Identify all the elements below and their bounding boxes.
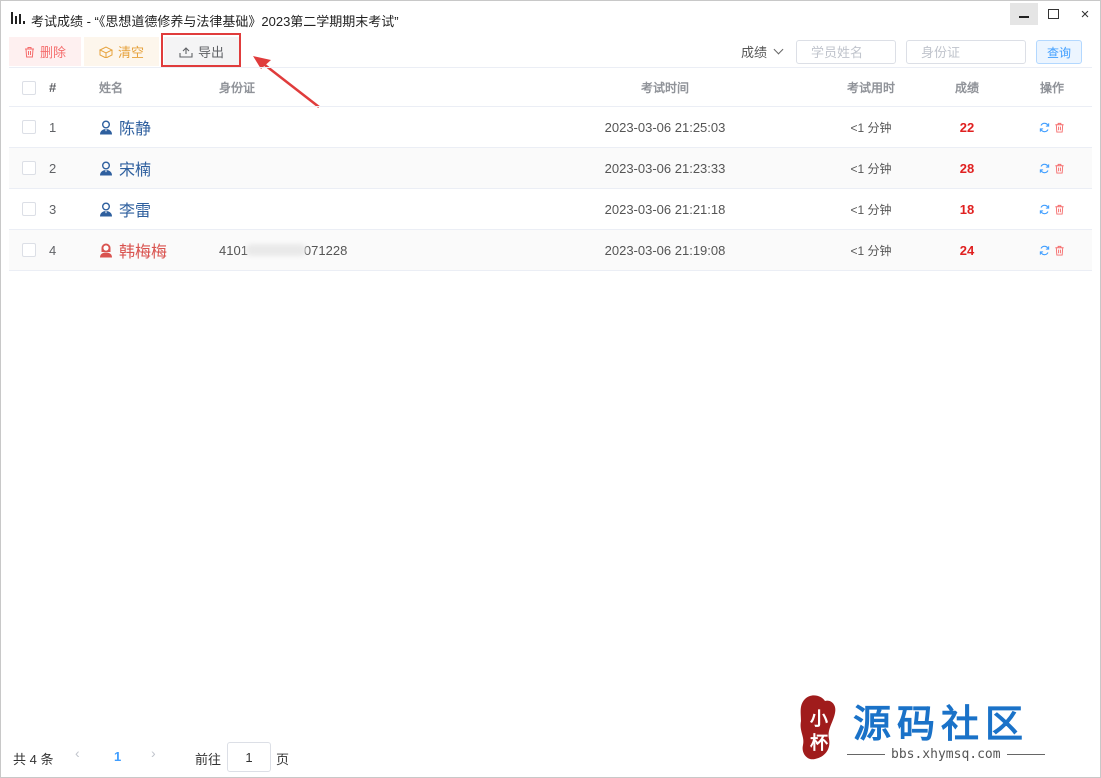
id-card-prefix: 4101 — [219, 242, 248, 258]
watermark-url: bbs.xhymsq.com — [891, 747, 1001, 762]
results-table: # 姓名 身份证 考试时间 考试用时 成绩 操作 1 陈静 2023-03-06… — [9, 67, 1092, 271]
row-checkbox[interactable] — [22, 243, 36, 257]
row-ops — [1024, 230, 1080, 270]
male-user-icon — [100, 161, 112, 175]
table-row[interactable]: 4 韩梅梅 4101 071228 2023-03-06 21:19:08 <1… — [9, 230, 1092, 271]
goto-label: 前往 — [195, 752, 222, 767]
clear-label: 清空 — [117, 45, 144, 60]
close-button[interactable]: × — [1071, 3, 1099, 25]
trash-icon[interactable] — [1054, 245, 1065, 256]
student-name[interactable]: 韩梅梅 — [99, 230, 167, 270]
refresh-icon[interactable] — [1039, 163, 1050, 174]
watermark-url-row: bbs.xhymsq.com — [847, 747, 1045, 762]
header-id-card: 身份证 — [219, 80, 256, 95]
window-title: 考试成绩 - “《思想道德修养与法律基础》2023第二学期期末考试” — [31, 14, 399, 29]
table-row[interactable]: 2 宋楠 2023-03-06 21:23:33 <1 分钟 28 — [9, 148, 1092, 189]
student-name-input[interactable] — [796, 40, 896, 64]
trash-icon[interactable] — [1054, 204, 1065, 215]
page-unit-label: 页 — [276, 752, 290, 767]
exam-duration: <1 分钟 — [850, 120, 892, 135]
prev-page-icon[interactable]: ‹ — [75, 745, 80, 761]
score: 18 — [959, 201, 975, 217]
refresh-icon[interactable] — [1039, 245, 1050, 256]
id-card-mask — [245, 244, 306, 256]
seal-logo: 小 杯 — [800, 695, 836, 760]
exam-time: 2023-03-06 21:23:33 — [604, 160, 726, 176]
refresh-icon[interactable] — [1039, 204, 1050, 215]
female-user-icon — [100, 243, 112, 257]
clear-button[interactable]: 清空 — [84, 37, 159, 66]
sort-select[interactable]: 成绩 — [741, 42, 784, 61]
next-page-icon[interactable]: › — [151, 745, 156, 761]
export-highlight-box — [161, 33, 241, 67]
row-index: 1 — [49, 119, 57, 135]
box-icon — [98, 45, 113, 58]
score: 22 — [959, 119, 975, 135]
svg-text:杯: 杯 — [810, 732, 829, 754]
exam-time: 2023-03-06 21:21:18 — [604, 201, 726, 217]
maximize-button[interactable] — [1039, 3, 1067, 25]
header-duration: 考试用时 — [846, 80, 895, 95]
table-header: # 姓名 身份证 考试时间 考试用时 成绩 操作 — [9, 67, 1092, 107]
title-bar: 考试成绩 - “《思想道德修养与法律基础》2023第二学期期末考试” × — [1, 1, 1100, 35]
watermark: 小 杯 源码社区 bbs.xhymsq.com — [797, 691, 1067, 766]
male-user-icon — [100, 120, 112, 134]
header-index: # — [49, 79, 57, 95]
header-ops: 操作 — [1039, 80, 1064, 95]
row-index: 2 — [49, 160, 57, 176]
pagination-total: 共 4 条 — [13, 752, 54, 767]
student-name-text: 韩梅梅 — [119, 244, 168, 261]
row-index: 3 — [49, 201, 57, 217]
minimize-button[interactable] — [1010, 3, 1038, 25]
exam-time: 2023-03-06 21:19:08 — [604, 242, 726, 258]
current-page[interactable]: 1 — [114, 749, 121, 764]
select-all-checkbox[interactable] — [22, 81, 36, 95]
chevron-down-icon — [773, 44, 784, 55]
delete-button[interactable]: 删除 — [9, 37, 81, 66]
delete-label: 删除 — [39, 45, 66, 60]
refresh-icon[interactable] — [1039, 122, 1050, 133]
trash-icon[interactable] — [1054, 163, 1065, 174]
id-card-number: 4101 071228 — [219, 230, 347, 270]
exam-duration: <1 分钟 — [850, 161, 892, 176]
trash-icon[interactable] — [1054, 122, 1065, 133]
row-ops — [1024, 189, 1080, 229]
student-name-text: 陈静 — [119, 121, 152, 138]
row-checkbox[interactable] — [22, 120, 36, 134]
exam-duration: <1 分钟 — [850, 243, 892, 258]
exam-time: 2023-03-06 21:25:03 — [604, 119, 726, 135]
row-ops — [1024, 107, 1080, 147]
row-ops — [1024, 148, 1080, 188]
header-name: 姓名 — [99, 80, 124, 95]
id-card-input[interactable] — [906, 40, 1026, 64]
table-row[interactable]: 1 陈静 2023-03-06 21:25:03 <1 分钟 22 — [9, 107, 1092, 148]
row-checkbox[interactable] — [22, 202, 36, 216]
app-window: 考试成绩 - “《思想道德修养与法律基础》2023第二学期期末考试” × 删除 … — [0, 0, 1101, 778]
svg-text:小: 小 — [810, 709, 828, 730]
watermark-title: 源码社区 — [853, 701, 1030, 746]
student-name-text: 李雷 — [119, 203, 152, 220]
goto-page-input[interactable] — [227, 742, 271, 772]
sort-label: 成绩 — [741, 45, 768, 60]
student-name[interactable]: 陈静 — [99, 107, 151, 147]
score: 24 — [959, 242, 975, 258]
exam-duration: <1 分钟 — [850, 202, 892, 217]
score: 28 — [959, 160, 975, 176]
row-checkbox[interactable] — [22, 161, 36, 175]
table-row[interactable]: 3 李雷 2023-03-06 21:21:18 <1 分钟 18 — [9, 189, 1092, 230]
row-index: 4 — [49, 242, 57, 258]
student-name[interactable]: 宋楠 — [99, 148, 151, 188]
header-exam-time: 考试时间 — [640, 80, 689, 95]
header-score: 成绩 — [954, 80, 979, 95]
id-card-suffix: 071228 — [303, 242, 348, 258]
student-name[interactable]: 李雷 — [99, 189, 151, 229]
query-button[interactable]: 查询 — [1036, 40, 1082, 64]
trash-icon — [24, 46, 34, 57]
student-name-text: 宋楠 — [119, 162, 152, 179]
male-user-icon — [100, 202, 112, 216]
bar-chart-icon — [11, 12, 25, 24]
